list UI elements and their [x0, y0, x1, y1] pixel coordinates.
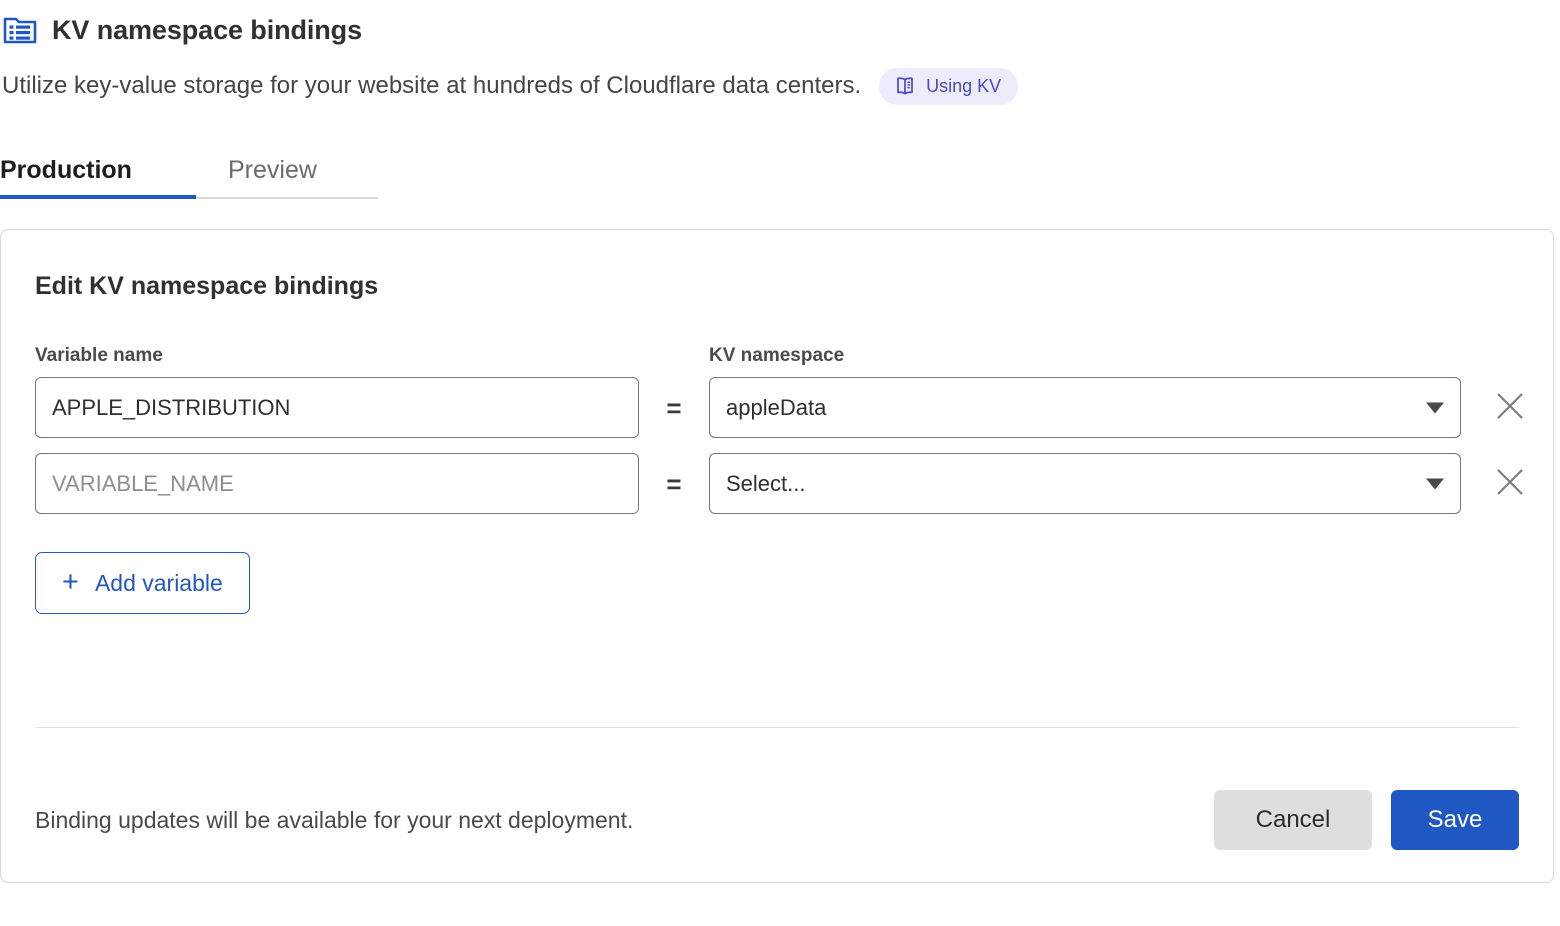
- edit-bindings-card: Edit KV namespace bindings Variable name…: [0, 229, 1554, 883]
- card-title: Edit KV namespace bindings: [1, 230, 1553, 299]
- remove-binding-button[interactable]: [1475, 377, 1545, 438]
- footer-actions: Cancel Save: [1214, 790, 1519, 850]
- page-subtitle-row: Utilize key-value storage for your websi…: [0, 69, 1560, 103]
- kv-namespace-select-value: Select...: [726, 471, 805, 497]
- tab-preview[interactable]: Preview: [228, 158, 317, 199]
- card-divider: [35, 727, 1519, 728]
- book-icon: [894, 75, 916, 97]
- page-title: KV namespace bindings: [52, 17, 362, 44]
- save-button[interactable]: Save: [1391, 790, 1519, 850]
- page-subtitle: Utilize key-value storage for your websi…: [2, 73, 861, 99]
- remove-binding-button[interactable]: [1475, 453, 1545, 514]
- binding-row: = appleData: [35, 377, 1553, 438]
- card-footer: Binding updates will be available for yo…: [35, 790, 1519, 850]
- close-icon: [1493, 389, 1527, 426]
- cancel-button[interactable]: Cancel: [1214, 790, 1372, 850]
- plus-icon: +: [62, 568, 79, 597]
- form-labels-row: Variable name KV namespace: [1, 299, 1553, 365]
- kv-namespace-select-wrap: appleData: [709, 377, 1461, 438]
- footer-note: Binding updates will be available for yo…: [35, 809, 633, 832]
- using-kv-badge[interactable]: Using KV: [879, 68, 1018, 105]
- environment-tabs: Production Preview: [0, 139, 1560, 199]
- kv-namespace-label: KV namespace: [709, 346, 1209, 365]
- binding-rows: = appleData: [1, 365, 1553, 514]
- close-icon: [1493, 465, 1527, 502]
- page-header: KV namespace bindings: [0, 0, 1560, 52]
- kv-namespace-select[interactable]: Select...: [709, 453, 1461, 514]
- kv-namespace-select[interactable]: appleData: [709, 377, 1461, 438]
- variable-name-input[interactable]: [35, 377, 639, 438]
- kv-namespace-select-value: appleData: [726, 395, 826, 421]
- binding-row: = Select...: [35, 453, 1553, 514]
- kv-namespace-select-wrap: Select...: [709, 453, 1461, 514]
- tab-production[interactable]: Production: [0, 158, 196, 199]
- variable-name-label: Variable name: [35, 346, 709, 365]
- equals-sign: =: [639, 471, 709, 497]
- equals-sign: =: [639, 395, 709, 421]
- add-variable-label: Add variable: [95, 572, 223, 595]
- using-kv-label: Using KV: [926, 77, 1001, 95]
- kv-namespace-folder-list-icon: [2, 12, 38, 48]
- kv-namespace-bindings-page: KV namespace bindings Utilize key-value …: [0, 0, 1560, 926]
- variable-name-input[interactable]: [35, 453, 639, 514]
- add-variable-button[interactable]: + Add variable: [35, 552, 250, 614]
